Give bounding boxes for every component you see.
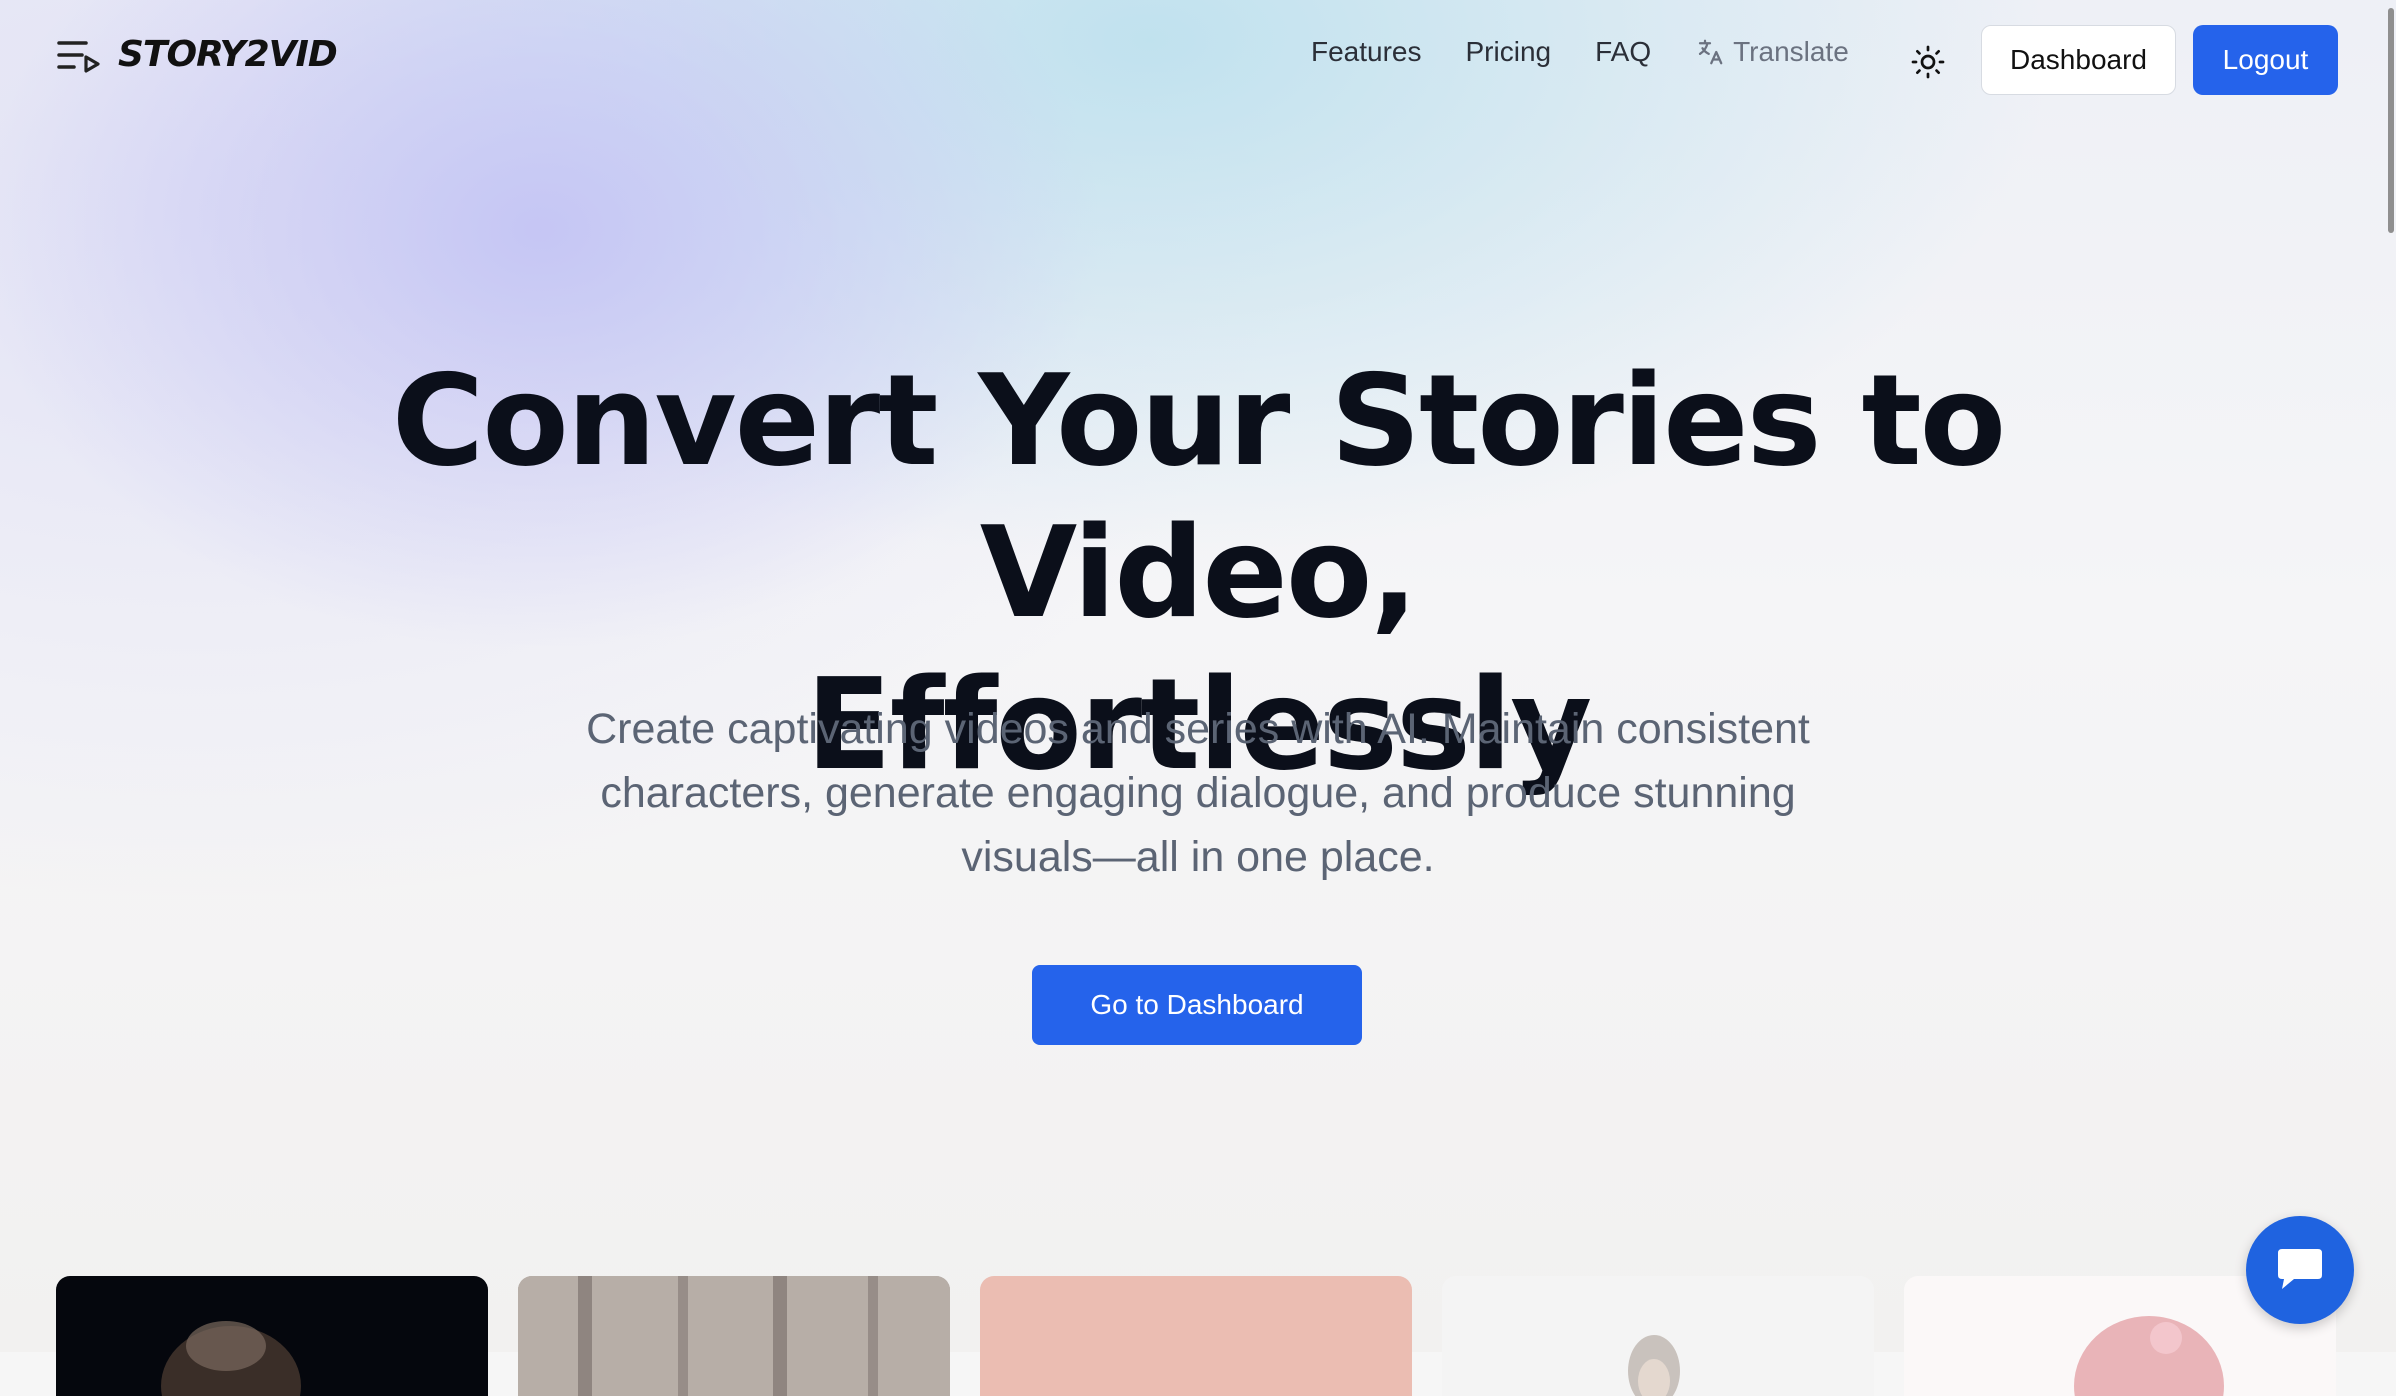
dashboard-button[interactable]: Dashboard — [1981, 25, 2176, 95]
brand[interactable]: STORY2VID — [56, 34, 338, 75]
gallery-card-dark-creature[interactable] — [56, 1276, 488, 1396]
list-play-icon — [57, 40, 100, 73]
go-to-dashboard-button[interactable]: Go to Dashboard — [1032, 965, 1362, 1045]
nav-link-pricing[interactable]: Pricing — [1466, 36, 1552, 68]
theme-toggle-button[interactable] — [1910, 44, 1946, 80]
hero-title-line-1: Convert Your Stories to Video, — [391, 347, 2006, 646]
translate-button[interactable]: Translate — [1695, 36, 1849, 68]
translate-label: Translate — [1733, 36, 1849, 67]
logout-button[interactable]: Logout — [2193, 25, 2338, 95]
curtains-thumbnail — [518, 1276, 950, 1396]
gallery-card-portrait[interactable] — [1442, 1276, 1874, 1396]
chat-icon — [2278, 1249, 2322, 1289]
nav-link-features[interactable]: Features — [1311, 36, 1422, 68]
brand-name: STORY2VID — [118, 34, 338, 75]
sun-icon — [1911, 45, 1945, 79]
page-scrollbar-thumb[interactable] — [2388, 8, 2394, 233]
translate-icon — [1698, 39, 1723, 65]
chat-widget-button[interactable] — [2246, 1216, 2354, 1324]
nav-links: Features Pricing FAQ Translate — [1311, 36, 1849, 68]
nav-link-faq[interactable]: FAQ — [1595, 36, 1651, 68]
gallery-card-curtains[interactable] — [518, 1276, 950, 1396]
creature-thumbnail — [161, 1321, 301, 1396]
portrait-thumbnail — [1628, 1335, 1680, 1396]
gallery-card-pink[interactable] — [980, 1276, 1412, 1396]
top-navigation: STORY2VID Features Pricing FAQ Translate… — [0, 0, 2396, 120]
hero-subtitle: Create captivating videos and series wit… — [586, 705, 1810, 881]
